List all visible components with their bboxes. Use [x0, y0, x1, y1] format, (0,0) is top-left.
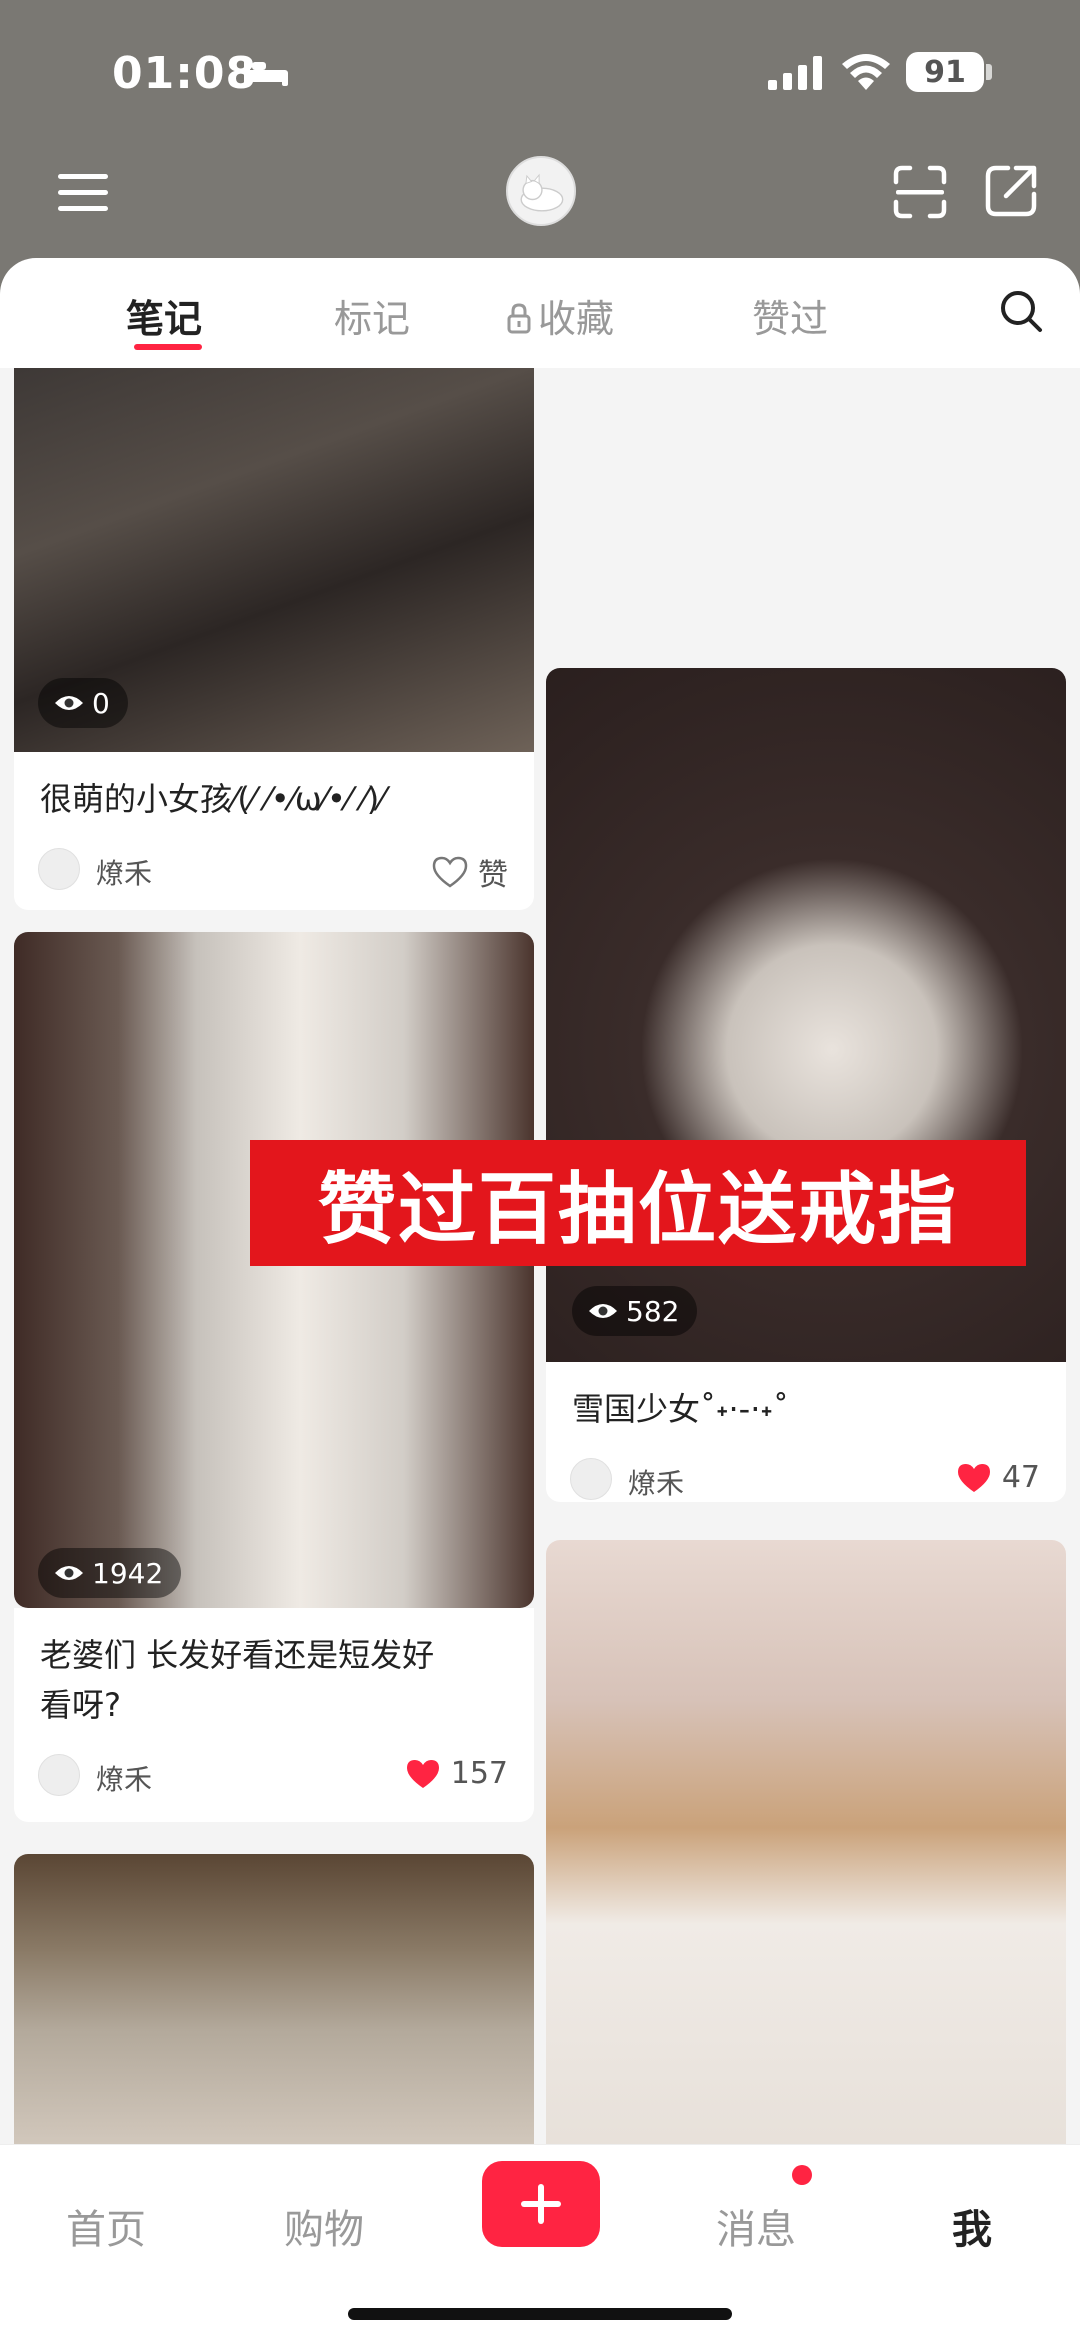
author-avatar: [38, 848, 80, 890]
heart-filled-icon: [406, 1759, 439, 1788]
note-title-line2: 看呀?: [40, 1686, 121, 1724]
tabs-sheet: 笔记 标记 收藏 赞过: [0, 258, 1080, 368]
note-cover-image: [546, 1540, 1066, 2144]
author-name: 燎禾: [628, 1467, 685, 1500]
menu-icon[interactable]: [56, 170, 110, 216]
author-avatar: [570, 1458, 612, 1500]
heart-outline-icon: [432, 856, 468, 888]
note-card[interactable]: [14, 1854, 534, 2144]
home-indicator: [348, 2308, 732, 2320]
view-count-badge: 0: [38, 678, 128, 728]
tab-collections[interactable]: 收藏: [506, 288, 614, 343]
note-card[interactable]: [546, 1540, 1066, 2144]
create-note-button[interactable]: [482, 2161, 600, 2247]
lock-icon: [507, 303, 531, 334]
status-time: 01:08: [112, 48, 258, 99]
wifi-icon: [842, 54, 890, 90]
plus-icon: [521, 2184, 561, 2224]
bed-icon: [244, 60, 288, 86]
author-name: 燎禾: [96, 1763, 153, 1796]
view-count-badge: 582: [572, 1286, 698, 1336]
view-count: 582: [626, 1294, 680, 1328]
view-count: 0: [92, 686, 110, 720]
tab-liked[interactable]: 赞过: [752, 288, 828, 343]
like-button[interactable]: 157: [405, 1756, 508, 1791]
note-card[interactable]: 0 很萌的小女孩⁄(⁄ ⁄•⁄ω⁄•⁄ ⁄)⁄ 燎禾 赞: [14, 368, 534, 910]
like-label: 赞: [478, 858, 508, 893]
author-avatar: [38, 1754, 80, 1796]
signal-icon: [768, 56, 822, 90]
scan-icon[interactable]: [892, 164, 948, 220]
eye-icon: [55, 1566, 83, 1580]
tab-notes[interactable]: 笔记: [126, 288, 202, 343]
eye-icon: [589, 1304, 617, 1318]
unread-dot: [792, 2165, 812, 2185]
view-count-badge: 1942: [38, 1548, 182, 1598]
note-card[interactable]: 582 雪国少女˚˖·-·˖˚ 燎禾 47: [546, 668, 1066, 1502]
promo-banner: 赞过百抽位送戒指: [250, 1140, 1026, 1266]
note-title: 雪国少女˚˖·-·˖˚: [572, 1390, 789, 1428]
heart-filled-icon: [957, 1463, 990, 1492]
author-name: 燎禾: [96, 857, 153, 890]
tab-collections-label: 收藏: [538, 297, 615, 341]
note-card-footer[interactable]: 老婆们 长发好看还是短发好 看呀? 燎禾 157: [14, 1608, 534, 1822]
note-title-line1: 老婆们 长发好看还是短发好: [40, 1636, 435, 1674]
note-card[interactable]: 1942: [14, 932, 534, 1608]
search-icon[interactable]: [998, 288, 1044, 334]
like-count: 157: [450, 1756, 508, 1791]
battery-cap: [986, 64, 992, 80]
view-count: 1942: [92, 1556, 164, 1590]
tab-marks[interactable]: 标记: [334, 288, 410, 343]
bottom-nav: 首页 购物 消息 我: [0, 2144, 1080, 2340]
notes-feed: 0 很萌的小女孩⁄(⁄ ⁄•⁄ω⁄•⁄ ⁄)⁄ 燎禾 赞 83633 🫧🫧🫧 燎…: [0, 368, 1080, 2144]
profile-avatar[interactable]: [506, 156, 576, 226]
note-title: 很萌的小女孩⁄(⁄ ⁄•⁄ω⁄•⁄ ⁄)⁄: [40, 780, 385, 818]
battery-indicator: 91: [906, 52, 984, 92]
nav-home[interactable]: 首页: [66, 2197, 146, 2255]
like-count: 47: [1001, 1460, 1040, 1495]
like-button[interactable]: 47: [956, 1460, 1040, 1495]
profile-toolbar: [0, 140, 1080, 260]
active-tab-underline: [134, 344, 202, 350]
nav-me[interactable]: 我: [952, 2197, 992, 2255]
like-button[interactable]: 赞: [432, 850, 508, 894]
note-cover-image: [14, 1854, 534, 2144]
nav-messages[interactable]: 消息: [716, 2197, 796, 2255]
status-bar: 01:08 91: [0, 0, 1080, 140]
note-cover-image: [14, 932, 534, 1608]
share-icon[interactable]: [984, 162, 1038, 218]
eye-icon: [55, 696, 83, 710]
nav-shop[interactable]: 购物: [284, 2197, 364, 2255]
avatar-cat-icon: [520, 173, 564, 212]
